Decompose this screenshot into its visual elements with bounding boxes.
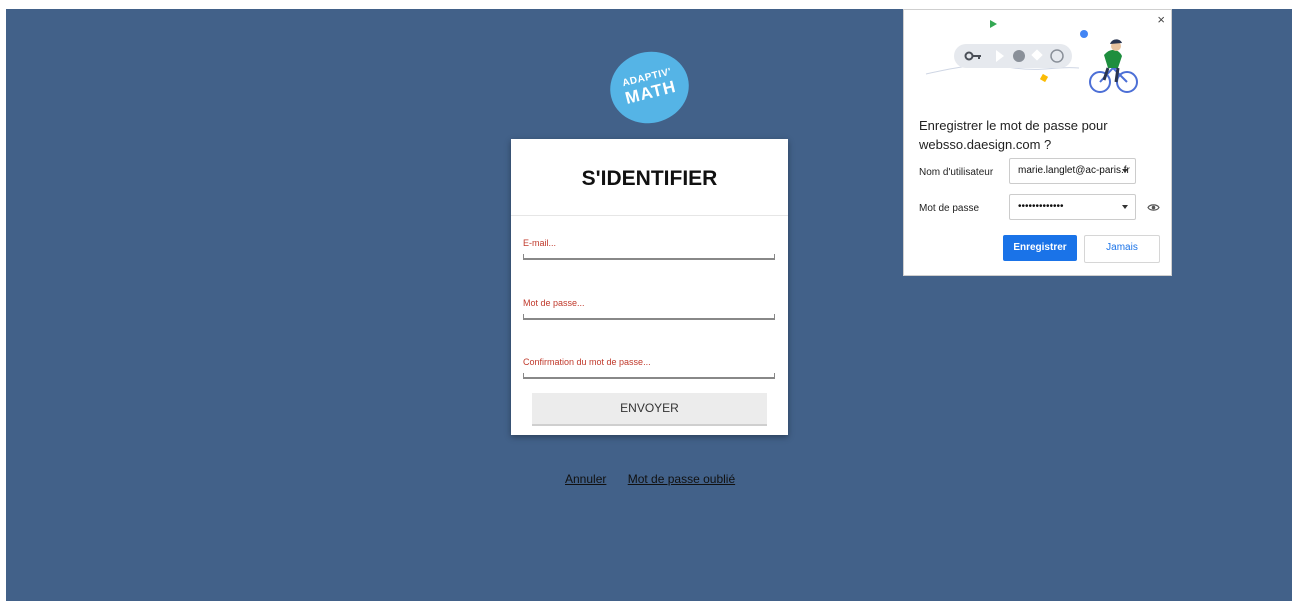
- popup-title: Enregistrer le mot de passe pour websso.…: [919, 118, 1108, 152]
- chevron-down-icon: [1122, 205, 1128, 209]
- confirm-password-placeholder: Confirmation du mot de passe...: [523, 357, 651, 367]
- username-select[interactable]: marie.langlet@ac-paris.fr: [1009, 158, 1136, 184]
- confirm-password-field[interactable]: Confirmation du mot de passe...: [523, 357, 775, 379]
- never-button[interactable]: Jamais: [1084, 235, 1160, 263]
- email-underline: [523, 254, 775, 260]
- email-field[interactable]: E-mail...: [523, 238, 775, 260]
- login-card: S'IDENTIFIER E-mail... Mot de passe... C…: [511, 139, 788, 435]
- password-value: •••••••••••••: [1018, 201, 1064, 212]
- chevron-down-icon: [1122, 169, 1128, 173]
- close-icon[interactable]: ×: [1157, 12, 1165, 27]
- email-placeholder: E-mail...: [523, 238, 557, 248]
- save-password-button[interactable]: Enregistrer: [1003, 235, 1077, 261]
- eye-icon[interactable]: [1147, 203, 1160, 215]
- forgot-password-link[interactable]: Mot de passe oublié: [628, 472, 735, 486]
- page-title: S'IDENTIFIER: [581, 167, 718, 190]
- cancel-link[interactable]: Annuler: [565, 472, 606, 486]
- footer-links: Annuler Mot de passe oublié: [565, 472, 753, 486]
- cyclist-illustration: [925, 20, 1138, 93]
- password-placeholder: Mot de passe...: [523, 298, 585, 308]
- divider: [511, 215, 788, 216]
- submit-button[interactable]: ENVOYER: [532, 393, 767, 426]
- password-underline: [523, 314, 775, 320]
- confirm-password-underline: [523, 373, 775, 379]
- save-password-popup: × Enregistrer le mot de passe pour webss…: [903, 9, 1172, 276]
- username-label: Nom d'utilisateur: [919, 167, 994, 178]
- password-select[interactable]: •••••••••••••: [1009, 194, 1136, 220]
- password-label: Mot de passe: [919, 203, 980, 214]
- password-field[interactable]: Mot de passe...: [523, 298, 775, 320]
- username-value: marie.langlet@ac-paris.fr: [1018, 165, 1130, 176]
